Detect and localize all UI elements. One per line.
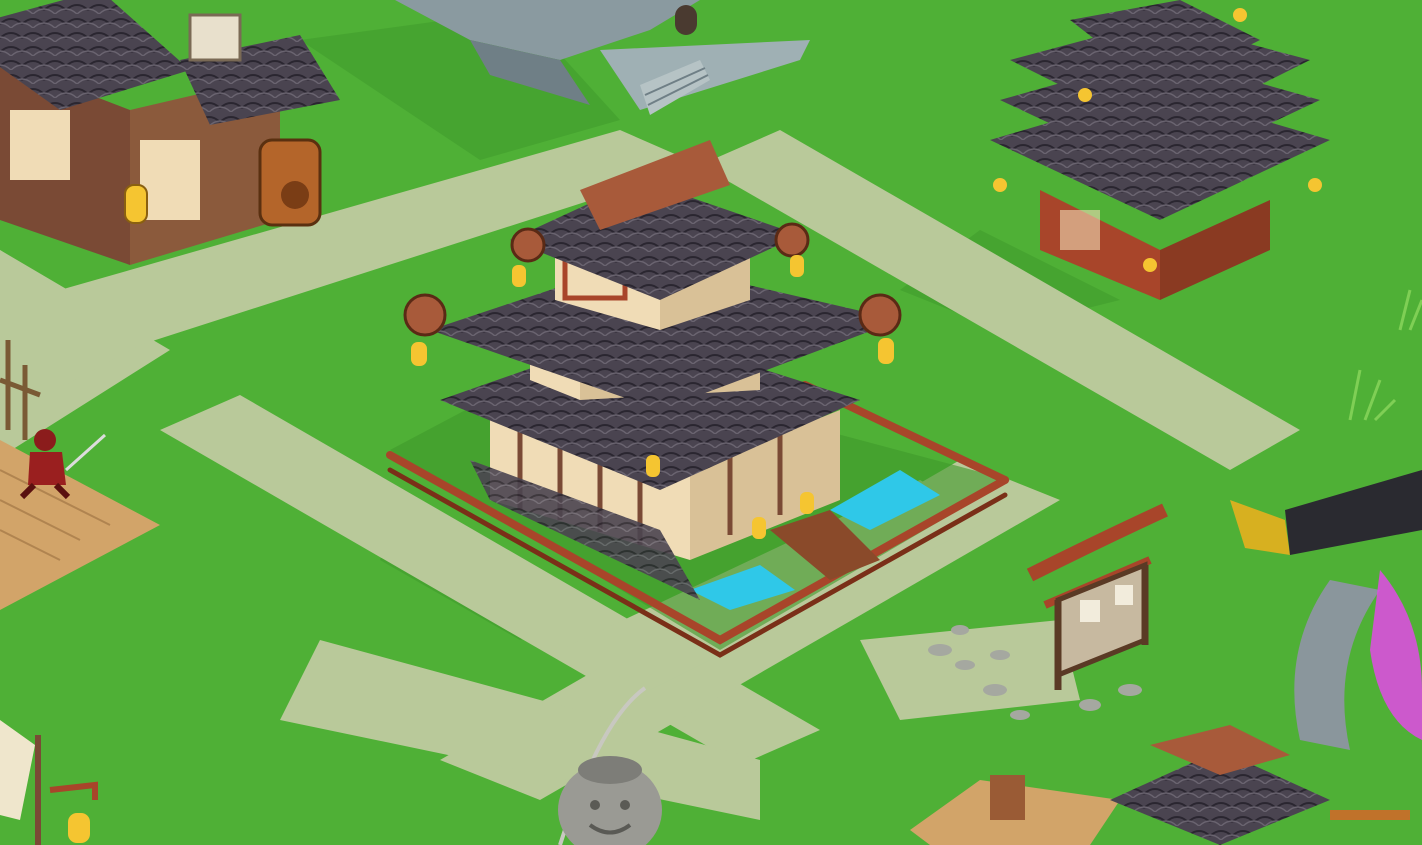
tavern-window bbox=[140, 140, 200, 220]
chimney-icon bbox=[188, 13, 242, 62]
game-map[interactable] bbox=[0, 0, 1422, 845]
map-canvas[interactable] bbox=[0, 0, 1422, 845]
lantern-icon bbox=[124, 184, 148, 224]
fort-door-icon bbox=[675, 5, 697, 35]
lantern-icon bbox=[68, 813, 90, 843]
crate-icon bbox=[990, 775, 1025, 820]
note-icon bbox=[1080, 600, 1100, 622]
tavern-window bbox=[10, 110, 70, 180]
note-icon bbox=[1115, 585, 1133, 605]
barrel-icon bbox=[258, 138, 322, 227]
